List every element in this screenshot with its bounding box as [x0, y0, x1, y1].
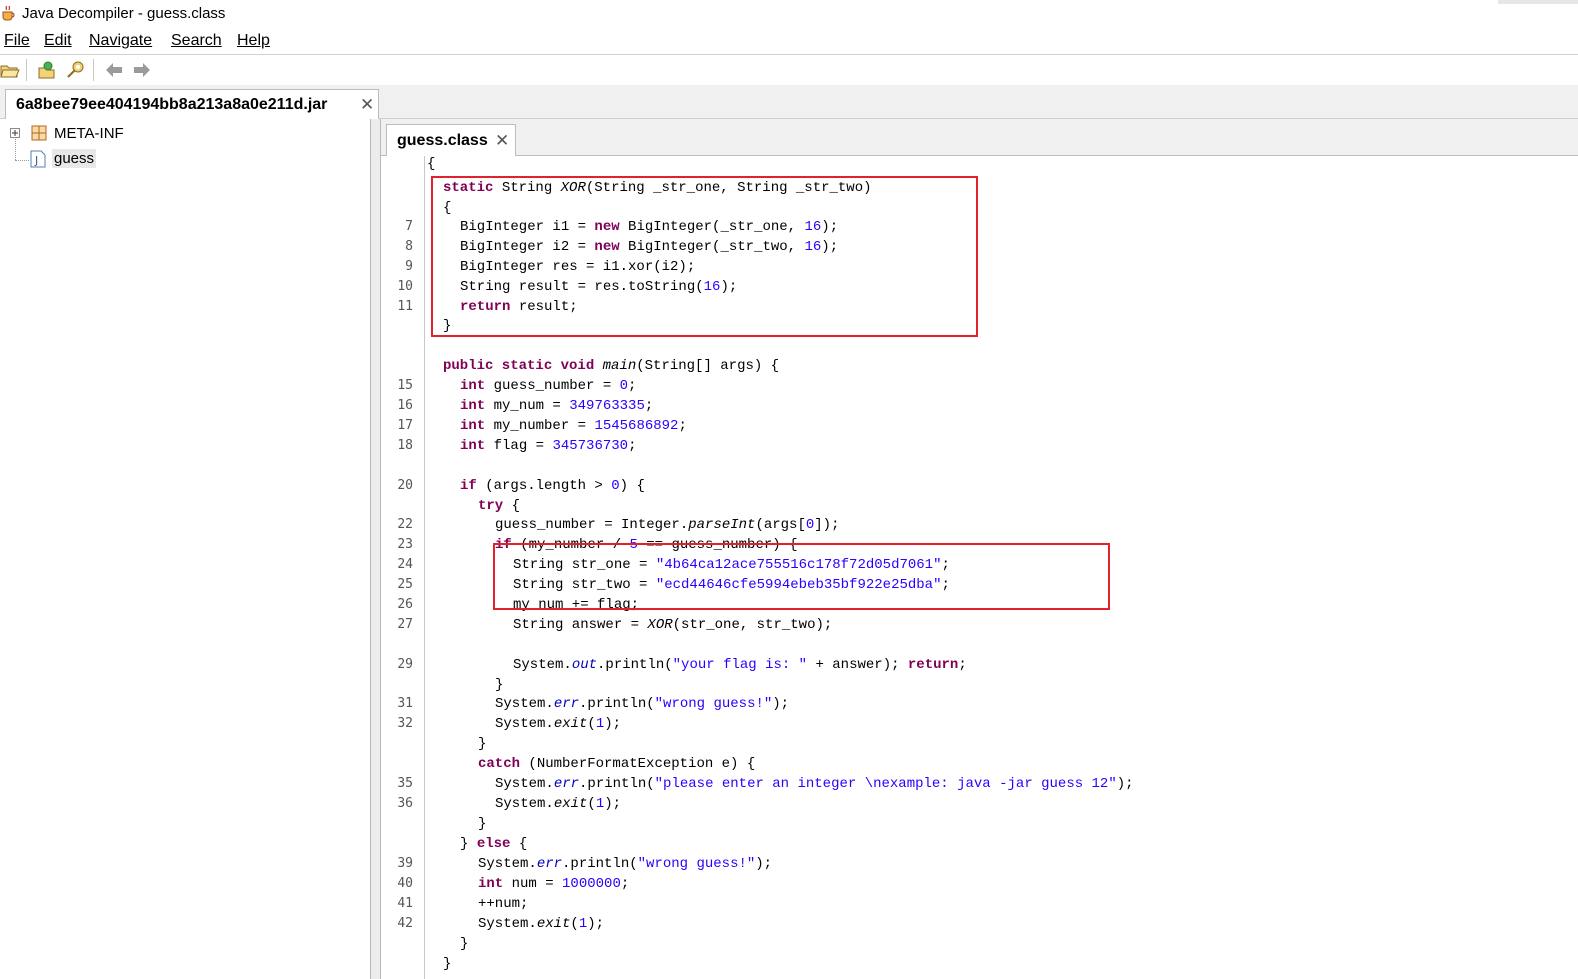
line-number: 39 — [397, 856, 413, 871]
tree-item-label: META-INF — [54, 125, 124, 142]
toolbar-divider — [26, 59, 27, 81]
code-line: String answer = XOR(str_one, str_two); — [513, 617, 833, 633]
tab-guess-class-label: guess.class — [397, 132, 488, 149]
line-number: 40 — [397, 876, 413, 891]
code-line: int flag = 345736730; — [460, 438, 637, 454]
code-line: } — [478, 736, 487, 752]
tab-jar[interactable]: 6a8bee79ee404194bb8a213a8a0e211d.jar ✕ — [5, 89, 379, 120]
code-line: int num = 1000000; — [478, 876, 630, 892]
code-line: int guess_number = 0; — [460, 378, 637, 394]
line-number: 9 — [405, 259, 413, 274]
line-number: 8 — [405, 239, 413, 254]
line-number: 15 — [397, 378, 413, 393]
tree-item-label: guess — [52, 149, 97, 168]
line-number: 25 — [397, 577, 413, 592]
line-number: 31 — [397, 696, 413, 711]
highlight-box — [431, 176, 978, 337]
line-number: 18 — [397, 438, 413, 453]
line-number: 36 — [397, 796, 413, 811]
code-line: if (args.length > 0) { — [460, 478, 645, 494]
line-number: 42 — [397, 916, 413, 931]
pane-splitter[interactable] — [371, 119, 381, 979]
open-type-icon[interactable] — [37, 60, 57, 80]
code-line: int my_number = 1545686892; — [460, 418, 687, 434]
package-icon — [31, 125, 47, 141]
coffee-cup-icon — [2, 5, 15, 21]
highlight-box — [493, 543, 1110, 610]
code-line: } — [460, 936, 469, 952]
java-class-file-icon: J — [30, 150, 46, 168]
close-icon[interactable]: ✕ — [360, 95, 374, 115]
line-number: 29 — [397, 657, 413, 672]
code-line: System.exit(1); — [495, 796, 622, 812]
code-line: System.err.println("wrong guess!"); — [495, 696, 790, 712]
archive-tab-bar: 6a8bee79ee404194bb8a213a8a0e211d.jar ✕ — [0, 85, 1578, 120]
code-line: try { — [478, 498, 521, 514]
code-line: } — [443, 956, 452, 972]
menu-search[interactable]: Search — [171, 32, 222, 50]
toolbar — [0, 55, 1578, 84]
code-line: System.out.println("your flag is: " + an… — [513, 657, 967, 673]
code-line: } else { — [460, 836, 528, 852]
package-tree: META-INF J guess — [0, 119, 371, 979]
line-number: 41 — [397, 896, 413, 911]
tab-jar-label: 6a8bee79ee404194bb8a213a8a0e211d.jar — [16, 96, 328, 113]
title-bar: Java Decompiler - guess.class — [0, 0, 1578, 28]
code-line: catch (NumberFormatException e) { — [478, 756, 756, 772]
menu-navigate[interactable]: Navigate — [89, 32, 152, 50]
code-line: } — [495, 677, 504, 693]
code-line: } — [478, 816, 487, 832]
line-number: 10 — [397, 279, 413, 294]
line-number: 17 — [397, 418, 413, 433]
code-line: System.exit(1); — [495, 716, 622, 732]
code-line: System.exit(1); — [478, 916, 605, 932]
line-number: 20 — [397, 478, 413, 493]
menu-bar: File Edit Navigate Search Help — [0, 29, 1578, 53]
line-number: 24 — [397, 557, 413, 572]
tree-guide-line — [15, 137, 17, 160]
line-number: 35 — [397, 776, 413, 791]
menu-help[interactable]: Help — [237, 32, 270, 50]
tree-guide-line — [15, 160, 29, 162]
window-shadow — [1498, 0, 1578, 4]
svg-text:J: J — [34, 154, 38, 167]
line-number: 7 — [405, 219, 413, 234]
line-number: 26 — [397, 597, 413, 612]
code-line: System.err.println("please enter an inte… — [495, 776, 1134, 792]
close-icon[interactable]: ✕ — [495, 131, 509, 151]
editor-tab-bar: guess.class ✕ — [381, 119, 1578, 156]
line-number: 32 — [397, 716, 413, 731]
line-number: 11 — [397, 299, 413, 314]
code-line: ++num; — [478, 896, 529, 912]
toolbar-divider — [93, 59, 94, 81]
code-line: System.err.println("wrong guess!"); — [478, 856, 773, 872]
code-line: { — [427, 156, 436, 172]
line-number: 23 — [397, 537, 413, 552]
tab-guess-class[interactable]: guess.class ✕ — [386, 124, 516, 156]
back-arrow-icon[interactable] — [104, 60, 124, 80]
line-number: 27 — [397, 617, 413, 632]
code-line: guess_number = Integer.parseInt(args[0])… — [495, 517, 840, 533]
menu-file[interactable]: File — [4, 32, 30, 50]
forward-arrow-icon[interactable] — [132, 60, 152, 80]
line-number: 22 — [397, 517, 413, 532]
search-type-icon[interactable] — [65, 60, 85, 80]
code-line: int my_num = 349763335; — [460, 398, 654, 414]
code-line: public static void main(String[] args) { — [443, 358, 780, 374]
window-title: Java Decompiler - guess.class — [22, 5, 226, 22]
line-number: 16 — [397, 398, 413, 413]
menu-edit[interactable]: Edit — [44, 32, 72, 50]
line-number-gutter: 7 8 9 10 11 15 16 17 18 20 22 23 24 25 2… — [381, 156, 425, 979]
open-folder-icon[interactable] — [0, 60, 20, 80]
